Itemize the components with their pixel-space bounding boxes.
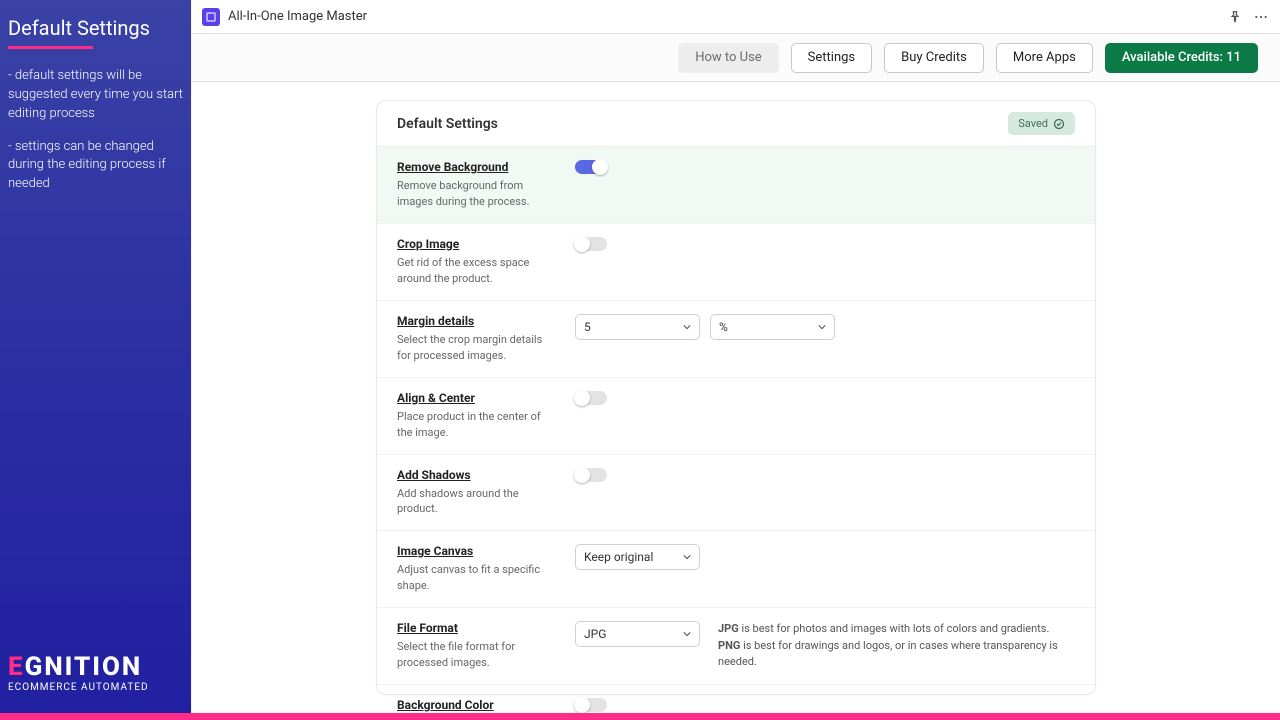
saved-badge: Saved [1008, 112, 1075, 135]
check-circle-icon [1053, 118, 1065, 130]
content-scroll[interactable]: Default Settings Saved Remove Background… [192, 82, 1280, 713]
shadows-title: Add Shadows [397, 468, 557, 482]
panel-heading: Default Settings [397, 116, 498, 132]
canvas-title: Image Canvas [397, 544, 557, 558]
crop-image-title: Crop Image [397, 237, 557, 251]
bgcolor-title: Background Color [397, 698, 557, 712]
app-icon [202, 8, 220, 26]
chevron-down-icon [683, 323, 691, 331]
margin-title: Margin details [397, 314, 557, 328]
settings-button[interactable]: Settings [791, 43, 872, 73]
shadows-toggle[interactable] [575, 468, 607, 482]
margin-desc: Select the crop margin details for proce… [397, 332, 557, 364]
row-align-center: Align & Center Place product in the cent… [377, 378, 1095, 455]
buy-credits-button[interactable]: Buy Credits [884, 43, 984, 73]
crop-image-desc: Get rid of the excess space around the p… [397, 255, 557, 287]
bgcolor-toggle[interactable] [575, 698, 607, 712]
chevron-down-icon [818, 323, 826, 331]
how-to-use-button[interactable]: How to Use [678, 43, 778, 73]
align-toggle[interactable] [575, 391, 607, 405]
available-credits-button[interactable]: Available Credits: 11 [1105, 43, 1258, 73]
remove-background-title: Remove Background [397, 160, 557, 174]
row-add-shadows: Add Shadows Add shadows around the produ… [377, 455, 1095, 532]
remove-background-desc: Remove background from images during the… [397, 178, 557, 210]
titlebar: All-In-One Image Master [192, 0, 1280, 34]
chevron-down-icon [683, 553, 691, 561]
more-icon[interactable] [1252, 8, 1270, 26]
canvas-select-label: Keep original [584, 550, 653, 564]
panel-header: Default Settings Saved [377, 101, 1095, 147]
sidebar-title: Default Settings [8, 14, 183, 46]
brand-logo: EGNITION ECOMMERCE AUTOMATED [8, 652, 183, 699]
format-select[interactable]: JPG [575, 621, 700, 647]
actionbar: How to Use Settings Buy Credits More App… [192, 34, 1280, 82]
canvas-select[interactable]: Keep original [575, 544, 700, 570]
settings-panel: Default Settings Saved Remove Background… [376, 100, 1096, 695]
margin-value-label: 5 [584, 320, 591, 334]
app-title: All-In-One Image Master [228, 9, 367, 24]
row-crop-image: Crop Image Get rid of the excess space a… [377, 224, 1095, 301]
row-remove-background: Remove Background Remove background from… [377, 147, 1095, 224]
canvas-desc: Adjust canvas to fit a specific shape. [397, 562, 557, 594]
brand-rest: GNITION [25, 652, 143, 682]
row-background-color: Background Color Add background to proce… [377, 685, 1095, 713]
pin-icon[interactable] [1226, 8, 1244, 26]
align-title: Align & Center [397, 391, 557, 405]
row-image-canvas: Image Canvas Adjust canvas to fit a spec… [377, 531, 1095, 608]
margin-unit-label: % [719, 320, 728, 334]
chevron-down-icon [683, 630, 691, 638]
row-file-format: File Format Select the file format for p… [377, 608, 1095, 685]
sidebar: Default Settings - default settings will… [0, 0, 191, 713]
row-margin-details: Margin details Select the crop margin de… [377, 301, 1095, 378]
brand-subtitle: ECOMMERCE AUTOMATED [8, 682, 183, 693]
remove-background-toggle[interactable] [575, 160, 607, 174]
saved-badge-label: Saved [1018, 117, 1048, 130]
align-desc: Place product in the center of the image… [397, 409, 557, 441]
format-desc: Select the file format for processed ima… [397, 639, 557, 671]
brand-first-letter: E [8, 652, 25, 682]
format-select-label: JPG [584, 627, 606, 641]
shadows-desc: Add shadows around the product. [397, 486, 557, 518]
margin-value-select[interactable]: 5 [575, 314, 700, 340]
margin-unit-select[interactable]: % [710, 314, 835, 340]
crop-image-toggle[interactable] [575, 237, 607, 251]
main: All-In-One Image Master How to Use Setti… [191, 0, 1280, 713]
sidebar-note-2: - settings can be changed during the edi… [8, 138, 183, 195]
format-hint: JPG is best for photos and images with l… [718, 621, 1075, 671]
sidebar-title-underline [8, 46, 93, 49]
sidebar-note-1: - default settings will be suggested eve… [8, 67, 183, 124]
format-title: File Format [397, 621, 557, 635]
more-apps-button[interactable]: More Apps [996, 43, 1093, 73]
